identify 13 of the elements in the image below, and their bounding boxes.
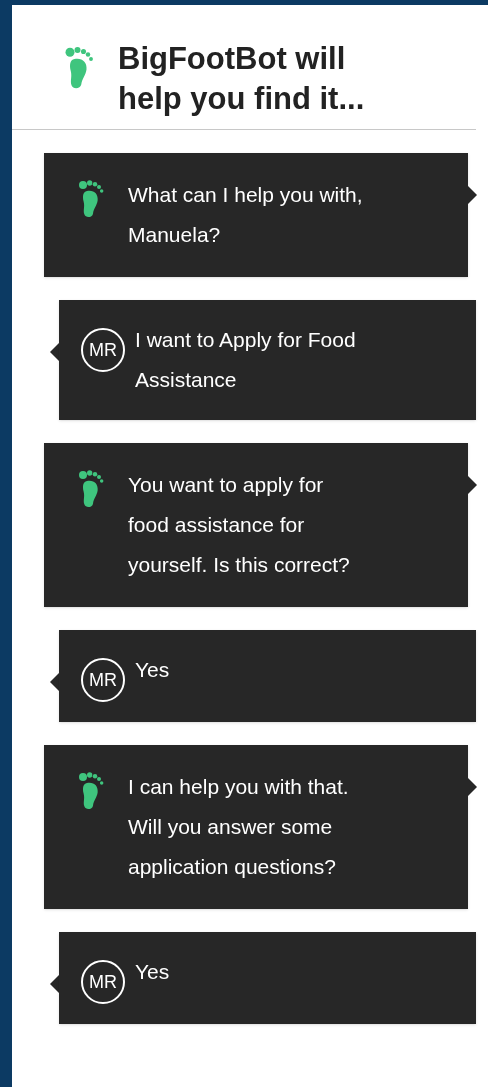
message-text: What can I help you with, Manuela? xyxy=(128,182,363,248)
message-text: I want to Apply for Food Assistance xyxy=(135,327,356,393)
user-avatar: MR xyxy=(81,658,125,702)
footprint-icon xyxy=(76,771,106,811)
message-text: Yes xyxy=(135,657,170,683)
footprint-icon xyxy=(76,179,106,219)
user-avatar: MR xyxy=(81,960,125,1004)
user-avatar: MR xyxy=(81,328,125,372)
footprint-icon xyxy=(76,469,106,509)
message-text: Yes xyxy=(135,959,170,985)
message-text: I can help you with that. Will you answer some application questions? xyxy=(128,774,349,880)
message-text: You want to apply for food assistance for yourself. Is this correct? xyxy=(128,472,350,578)
chat-title: BigFootBot will help you find it... xyxy=(118,40,365,118)
